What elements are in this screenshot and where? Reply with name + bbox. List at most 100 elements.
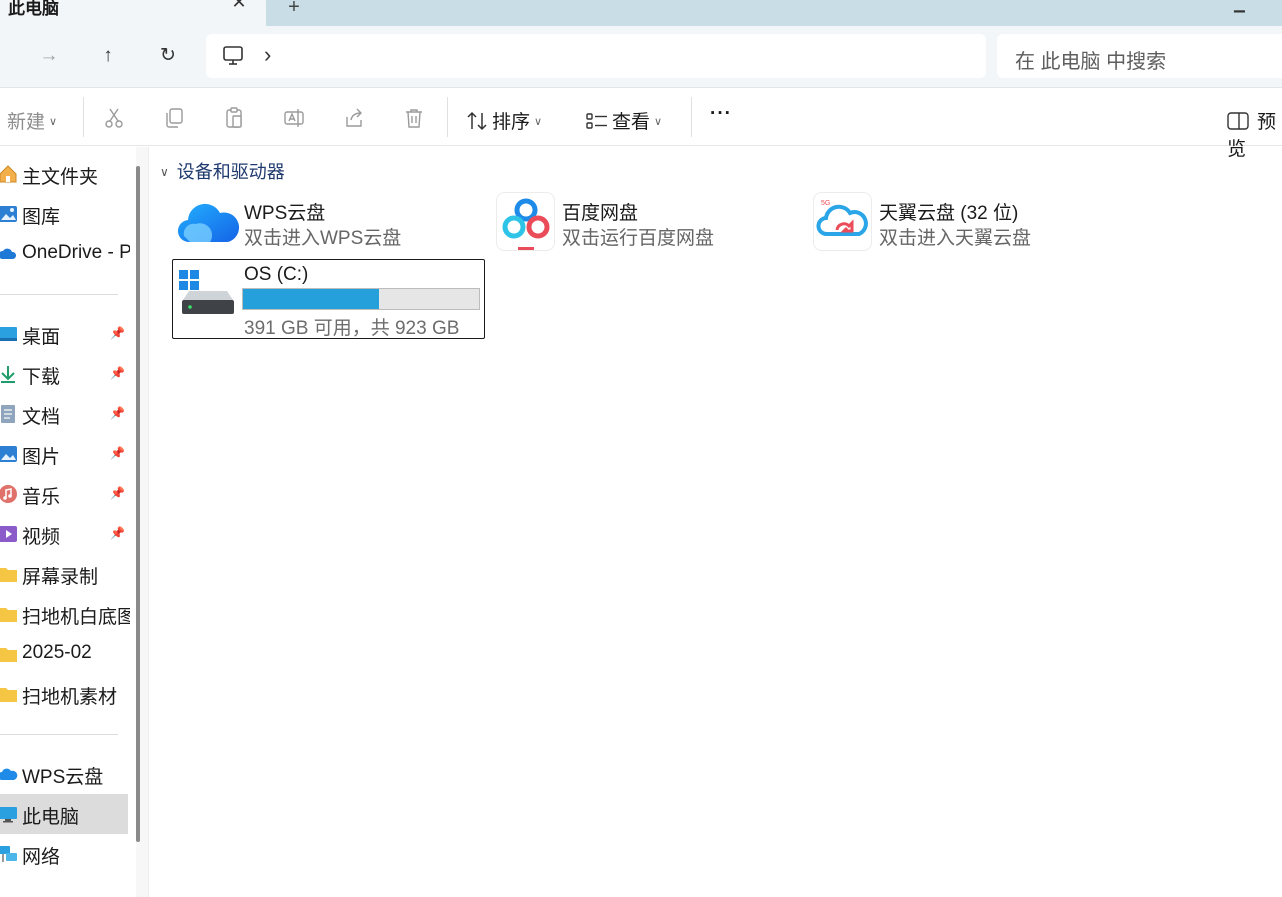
tile-baidu-netdisk[interactable]: 百度网盘 双击运行百度网盘 — [496, 192, 796, 256]
desktop-icon — [0, 327, 17, 341]
sidebar-scrollbar[interactable] — [136, 166, 140, 842]
tab-close-icon[interactable]: ✕ — [229, 0, 249, 12]
sidebar-item-label: 扫地机素材 — [22, 687, 118, 708]
rename-icon[interactable] — [283, 107, 305, 129]
more-options-button[interactable]: ··· — [710, 103, 732, 125]
paste-icon[interactable] — [223, 107, 245, 129]
sidebar-item-label: 网络 — [22, 847, 61, 868]
preview-pane-icon — [1227, 112, 1249, 130]
sidebar-item-downloads[interactable]: 下载 📌 — [0, 354, 128, 394]
sidebar-item-this-pc[interactable]: 此电脑 — [0, 794, 128, 834]
tile-description: 双击运行百度网盘 — [562, 228, 715, 249]
sidebar-item-folder[interactable]: 扫地机素材 — [0, 674, 128, 714]
breadcrumb-chevron-icon[interactable]: › — [264, 42, 271, 68]
sidebar-item-label: 图库 — [22, 207, 61, 228]
sidebar-item-label: 此电脑 — [22, 807, 80, 828]
tile-description: 双击进入WPS云盘 — [244, 228, 402, 249]
sidebar-item-folder[interactable]: 2025-02 — [0, 634, 128, 674]
tab-title: 此电脑 — [8, 0, 59, 18]
refresh-button[interactable]: ↻ — [156, 44, 180, 68]
tile-wps-cloud[interactable]: WPS云盘 双击进入WPS云盘 — [178, 192, 478, 256]
sidebar-item-music[interactable]: 音乐 📌 — [0, 474, 128, 514]
computer-icon — [223, 46, 243, 65]
pane-divider — [148, 147, 149, 897]
sidebar-item-folder[interactable]: 屏幕录制 — [0, 554, 128, 594]
minimize-icon[interactable]: ▁ — [1234, 0, 1245, 13]
pin-icon[interactable]: 📌 — [110, 446, 125, 460]
up-button[interactable]: ↑ — [96, 44, 120, 68]
divider — [83, 97, 84, 137]
new-button[interactable]: 新建 ∨ — [7, 107, 57, 134]
home-icon — [0, 165, 17, 183]
new-tab-button[interactable]: + — [284, 0, 304, 17]
sidebar-item-label: 2025-02 — [22, 642, 92, 663]
chevron-down-icon: ∨ — [654, 116, 663, 128]
command-bar: 新建 ∨ 排序 ∨ 查看 ∨ ··· 预览 — [0, 89, 1282, 160]
sidebar-item-documents[interactable]: 文档 📌 — [0, 394, 128, 434]
baidu-netdisk-icon — [496, 192, 555, 251]
sidebar-item-wps-cloud[interactable]: WPS云盘 — [0, 754, 128, 794]
sidebar-item-onedrive[interactable]: OneDrive - Personal — [0, 234, 130, 274]
chevron-down-icon[interactable]: ∨ — [160, 165, 169, 179]
chevron-down-icon: ∨ — [534, 116, 543, 128]
sidebar-item-videos[interactable]: 视频 📌 — [0, 514, 128, 554]
pin-icon[interactable]: 📌 — [110, 326, 125, 340]
divider — [691, 97, 692, 137]
sidebar-divider — [0, 734, 118, 735]
tianyi-cloud-icon: 5G — [813, 192, 872, 251]
sidebar-item-pictures[interactable]: 图片 📌 — [0, 434, 128, 474]
group-title: 设备和驱动器 — [176, 162, 285, 182]
pin-icon[interactable]: 📌 — [110, 526, 125, 540]
sidebar-item-label: OneDrive - Personal — [22, 242, 130, 263]
drive-usage-bar — [242, 288, 480, 310]
onedrive-icon — [0, 248, 16, 259]
folder-icon — [0, 608, 17, 622]
network-icon — [0, 846, 17, 862]
tab-this-pc[interactable]: 此电脑 ✕ — [0, 0, 266, 26]
view-label: 查看 — [612, 112, 651, 133]
tile-name: 百度网盘 — [562, 203, 639, 224]
new-label: 新建 — [7, 112, 46, 133]
sidebar-item-network[interactable]: 网络 — [0, 834, 128, 874]
sidebar-item-desktop[interactable]: 桌面 📌 — [0, 314, 128, 354]
tile-name: WPS云盘 — [244, 203, 326, 224]
tile-description: 双击进入天翼云盘 — [879, 228, 1032, 249]
sort-icon — [467, 111, 487, 131]
pin-icon[interactable]: 📌 — [110, 366, 125, 380]
drive-os-c[interactable]: OS (C:) 391 GB 可用，共 923 GB — [172, 259, 485, 339]
tile-tianyi-cloud[interactable]: 5G 天翼云盘 (32 位) 双击进入天翼云盘 — [813, 192, 1113, 256]
hard-drive-icon — [179, 270, 234, 314]
sidebar-item-home[interactable]: 主文件夹 — [0, 154, 128, 194]
pin-icon[interactable]: 📌 — [110, 486, 125, 500]
drive-usage-fill — [243, 289, 379, 309]
cut-icon[interactable] — [103, 107, 125, 129]
delete-icon[interactable] — [403, 107, 425, 129]
sidebar-item-label: WPS云盘 — [22, 767, 104, 788]
search-input[interactable]: 在 此电脑 中搜索 — [1015, 45, 1166, 74]
wps-cloud-icon — [0, 768, 18, 780]
folder-icon — [0, 568, 17, 582]
sidebar-divider — [0, 294, 118, 295]
drive-name: OS (C:) — [244, 264, 309, 285]
sidebar-item-gallery[interactable]: 图库 — [0, 194, 128, 234]
svg-text:5G: 5G — [821, 200, 830, 207]
pin-icon[interactable]: 📌 — [110, 406, 125, 420]
copy-icon[interactable] — [163, 107, 185, 129]
view-button[interactable]: 查看 ∨ — [586, 107, 662, 134]
forward-button[interactable]: → — [37, 44, 61, 68]
preview-pane-button[interactable]: 预览 — [1227, 107, 1282, 161]
address-bar[interactable]: › — [206, 34, 986, 78]
music-icon — [0, 485, 17, 503]
wps-cloud-icon — [178, 204, 240, 243]
share-icon[interactable] — [343, 107, 365, 129]
search-box[interactable]: 在 此电脑 中搜索 — [997, 34, 1282, 78]
document-icon — [1, 405, 15, 423]
sidebar-item-folder[interactable]: 扫地机白底图 — [0, 594, 130, 634]
sort-label: 排序 — [492, 112, 531, 133]
this-pc-icon — [0, 807, 17, 823]
sort-button[interactable]: 排序 ∨ — [466, 107, 542, 134]
view-icon — [586, 113, 607, 129]
sidebar-item-label: 扫地机白底图 — [22, 607, 130, 628]
group-header-devices[interactable]: ∨ 设备和驱动器 — [160, 158, 285, 184]
divider — [447, 97, 448, 137]
